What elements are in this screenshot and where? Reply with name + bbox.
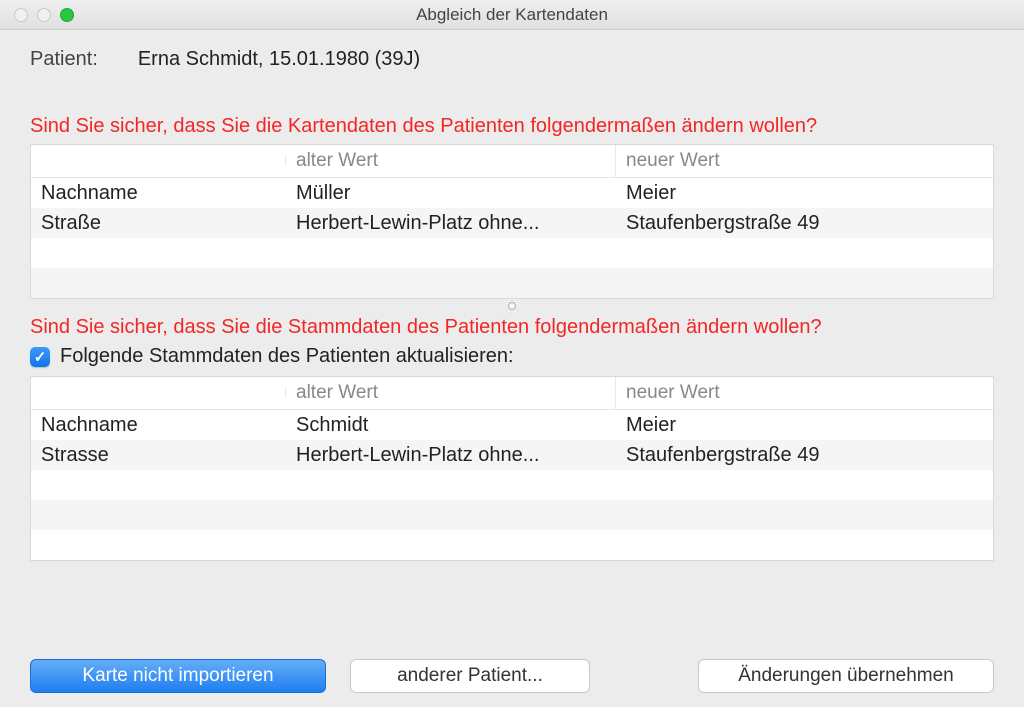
patient-label: Patient: — [30, 48, 98, 71]
table-row[interactable]: Nachname Schmidt Meier — [31, 410, 993, 440]
checkbox-label: Folgende Stammdaten des Patienten aktual… — [60, 345, 514, 368]
cell-old: Schmidt — [286, 411, 616, 440]
table-row[interactable]: Straße Herbert-Lewin-Platz ohne... Stauf… — [31, 208, 993, 238]
update-stammdaten-checkbox[interactable] — [30, 347, 50, 367]
cell-new: Meier — [616, 179, 993, 208]
kartendaten-table: alter Wert neuer Wert Nachname Müller Me… — [30, 144, 994, 299]
col-old[interactable]: alter Wert — [286, 145, 616, 177]
cell-new: Staufenbergstraße 49 — [616, 441, 993, 470]
maximize-icon[interactable] — [60, 8, 74, 22]
dont-import-button[interactable]: Karte nicht importieren — [30, 659, 326, 693]
stammdaten-table: alter Wert neuer Wert Nachname Schmidt M… — [30, 376, 994, 561]
cell-field: Nachname — [31, 411, 286, 440]
empty-row — [31, 238, 993, 268]
apply-changes-button[interactable]: Änderungen übernehmen — [698, 659, 994, 693]
titlebar: Abgleich der Kartendaten — [0, 0, 1024, 30]
col-field[interactable] — [31, 156, 286, 166]
col-new[interactable]: neuer Wert — [616, 145, 993, 177]
table-header: alter Wert neuer Wert — [31, 377, 993, 410]
table-header: alter Wert neuer Wert — [31, 145, 993, 178]
dialog-content: Patient: Erna Schmidt, 15.01.1980 (39J) … — [0, 30, 1024, 561]
resize-dot-icon — [508, 302, 516, 310]
split-handle[interactable] — [30, 299, 994, 316]
col-new[interactable]: neuer Wert — [616, 377, 993, 409]
table-row[interactable]: Strasse Herbert-Lewin-Platz ohne... Stau… — [31, 440, 993, 470]
empty-row — [31, 530, 993, 560]
patient-row: Patient: Erna Schmidt, 15.01.1980 (39J) — [30, 48, 994, 71]
cell-old: Herbert-Lewin-Platz ohne... — [286, 441, 616, 470]
minimize-icon[interactable] — [37, 8, 51, 22]
cell-new: Meier — [616, 411, 993, 440]
cell-field: Strasse — [31, 441, 286, 470]
empty-row — [31, 268, 993, 298]
kartendaten-warning: Sind Sie sicher, dass Sie die Kartendate… — [30, 115, 994, 138]
patient-value: Erna Schmidt, 15.01.1980 (39J) — [138, 48, 420, 71]
button-bar: Karte nicht importieren anderer Patient.… — [30, 659, 994, 693]
other-patient-button[interactable]: anderer Patient... — [350, 659, 590, 693]
col-field[interactable] — [31, 388, 286, 398]
cell-field: Straße — [31, 209, 286, 238]
table-row[interactable]: Nachname Müller Meier — [31, 178, 993, 208]
cell-old: Herbert-Lewin-Platz ohne... — [286, 209, 616, 238]
stammdaten-warning: Sind Sie sicher, dass Sie die Stammdaten… — [30, 316, 994, 339]
empty-row — [31, 470, 993, 500]
window-title: Abgleich der Kartendaten — [0, 5, 1024, 25]
traffic-lights — [14, 8, 74, 22]
close-icon[interactable] — [14, 8, 28, 22]
cell-new: Staufenbergstraße 49 — [616, 209, 993, 238]
update-stammdaten-row: Folgende Stammdaten des Patienten aktual… — [30, 345, 994, 368]
cell-old: Müller — [286, 179, 616, 208]
col-old[interactable]: alter Wert — [286, 377, 616, 409]
cell-field: Nachname — [31, 179, 286, 208]
empty-row — [31, 500, 993, 530]
